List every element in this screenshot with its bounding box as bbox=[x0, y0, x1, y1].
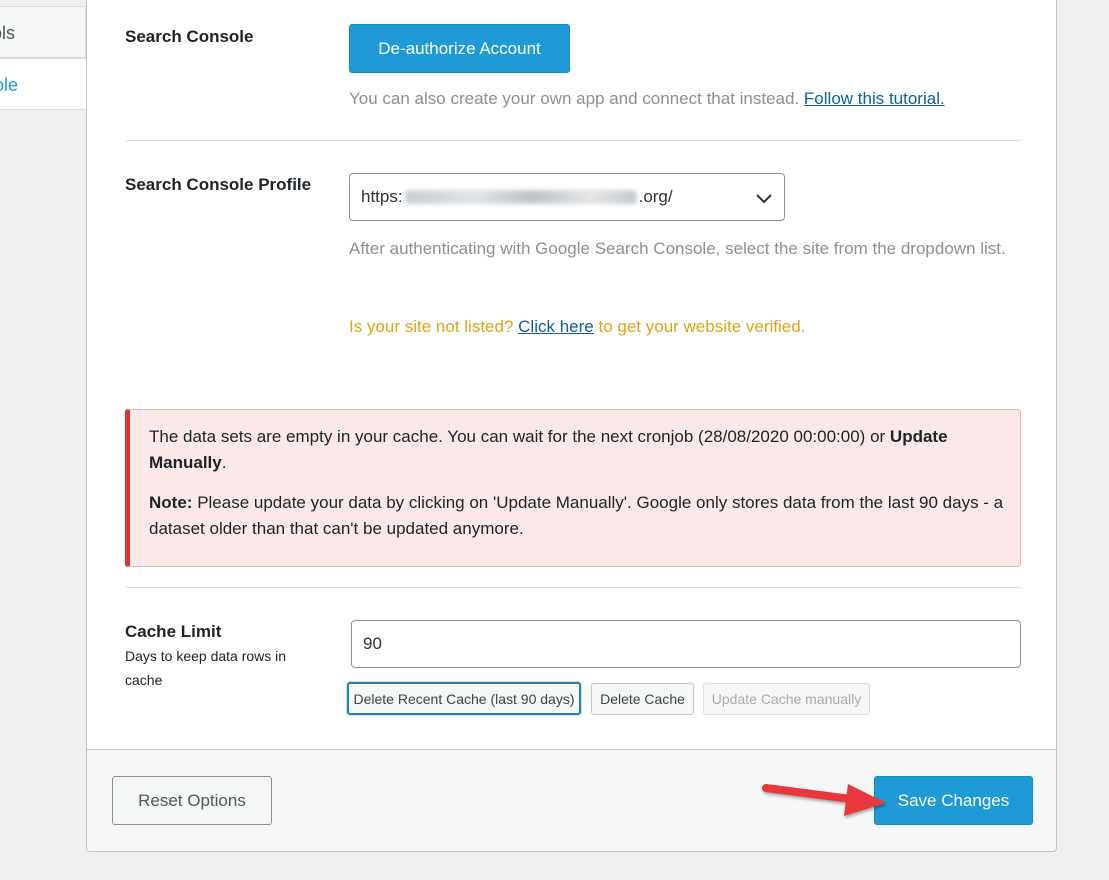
side-tab-search-console[interactable]: ole bbox=[0, 58, 88, 110]
cache-limit-input[interactable] bbox=[351, 620, 1021, 668]
help-text: You can also create your own app and con… bbox=[349, 89, 800, 108]
redacted-url-blur bbox=[404, 190, 637, 204]
reset-options-button[interactable]: Reset Options bbox=[112, 776, 272, 825]
search-console-label: Search Console bbox=[125, 27, 254, 46]
notice-note-label: Note: bbox=[149, 493, 193, 512]
cache-limit-label: Cache Limit bbox=[125, 622, 222, 641]
update-cache-manually-button[interactable]: Update Cache manually bbox=[703, 683, 870, 715]
search-console-profile-label: Search Console Profile bbox=[125, 175, 312, 194]
side-tab-label: ole bbox=[0, 75, 19, 95]
profile-description: After authenticating with Google Search … bbox=[349, 239, 1006, 258]
section-divider bbox=[125, 140, 1021, 141]
side-tab-label: ools bbox=[0, 23, 16, 43]
deauthorize-account-button[interactable]: De-authorize Account bbox=[349, 24, 570, 73]
not-listed-prefix: Is your site not listed? bbox=[349, 317, 514, 336]
click-here-link[interactable]: Click here bbox=[518, 317, 594, 336]
empty-cache-notice: The data sets are empty in your cache. Y… bbox=[125, 409, 1021, 567]
delete-cache-button[interactable]: Delete Cache bbox=[591, 683, 694, 715]
delete-recent-cache-button[interactable]: Delete Recent Cache (last 90 days) bbox=[347, 682, 581, 715]
not-listed-suffix: to get your website verified. bbox=[598, 317, 806, 336]
search-console-help: You can also create your own app and con… bbox=[349, 86, 945, 112]
cache-limit-sublabel: Days to keep data rows in cache bbox=[125, 648, 287, 688]
chevron-down-icon bbox=[756, 194, 772, 204]
save-changes-button[interactable]: Save Changes bbox=[874, 776, 1033, 825]
site-not-listed-text: Is your site not listed? Click here to g… bbox=[349, 314, 805, 340]
side-tab-tools[interactable]: ools bbox=[0, 6, 86, 58]
select-value-suffix: .org/ bbox=[638, 187, 673, 206]
section-divider bbox=[125, 587, 1021, 588]
settings-footer: Reset Options Save Changes bbox=[87, 749, 1056, 851]
site-profile-select[interactable]: https: .org/ bbox=[349, 173, 785, 221]
notice-line-2: Note: Please update your data by clickin… bbox=[149, 490, 1006, 542]
notice-period: . bbox=[221, 453, 227, 472]
select-value-prefix: https: bbox=[361, 187, 403, 206]
notice-text: The data sets are empty in your cache. Y… bbox=[149, 427, 886, 446]
pointer-arrow-icon bbox=[762, 784, 886, 816]
follow-tutorial-link[interactable]: Follow this tutorial. bbox=[804, 89, 945, 108]
settings-panel: Search Console De-authorize Account You … bbox=[86, 0, 1057, 852]
notice-line-1: The data sets are empty in your cache. Y… bbox=[149, 424, 1006, 476]
notice-note-text: Please update your data by clicking on '… bbox=[149, 493, 1004, 538]
